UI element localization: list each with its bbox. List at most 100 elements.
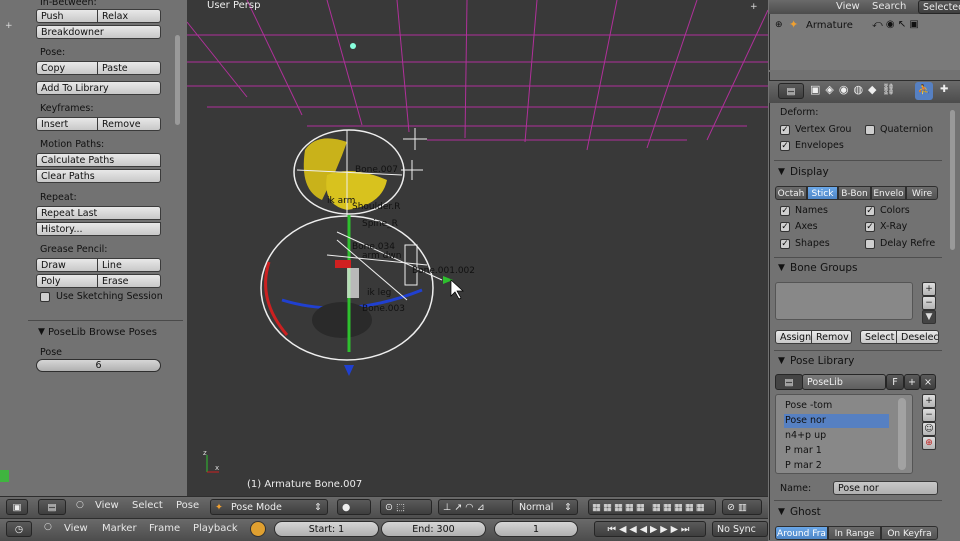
vertex-groups-checkbox[interactable]: ✓ xyxy=(780,125,790,135)
relax-button[interactable]: Relax xyxy=(98,9,161,23)
outliner-view-menu[interactable]: View xyxy=(836,1,860,12)
bone-groups-arrow-icon[interactable]: ▼ xyxy=(778,263,785,273)
properties-editor-type-icon[interactable]: ▤ xyxy=(778,83,804,99)
sanitize-pose-icon[interactable]: ⊕ xyxy=(922,436,936,450)
pose-menu[interactable]: Pose xyxy=(176,500,199,511)
pivot-point-select[interactable]: ⊙ ⬚ xyxy=(380,499,432,515)
timeline-editor-type-icon[interactable]: ◷ xyxy=(6,521,32,537)
pose-list-item-selected[interactable]: Pose nor xyxy=(784,414,889,428)
pose-list-item[interactable]: P mar 1 xyxy=(784,444,889,458)
frame-menu[interactable]: Frame xyxy=(149,523,180,534)
unlink-poselib-icon[interactable]: × xyxy=(920,374,936,390)
pose-library-arrow-icon[interactable]: ▼ xyxy=(778,356,785,366)
poselib-name-field[interactable]: PoseLib xyxy=(802,374,886,390)
quaternion-checkbox[interactable] xyxy=(865,125,875,135)
view-menu[interactable]: View xyxy=(95,500,119,511)
clear-paths-button[interactable]: Clear Paths xyxy=(36,169,161,183)
poselib-panel-arrow-icon[interactable]: ▼ xyxy=(38,327,45,337)
remove-pose-icon[interactable]: − xyxy=(922,408,936,422)
playback-menu[interactable]: Playback xyxy=(193,523,238,534)
delay-refresh-checkbox[interactable] xyxy=(865,239,875,249)
preview-range-icon[interactable] xyxy=(250,521,266,537)
calculate-paths-button[interactable]: Calculate Paths xyxy=(36,153,161,167)
pose-index-field[interactable]: 6 xyxy=(36,359,161,372)
apply-pose-icon[interactable]: ☺ xyxy=(922,422,936,436)
paste-pose-button[interactable]: Paste xyxy=(98,61,161,75)
sync-mode-select[interactable]: No Sync xyxy=(712,521,768,537)
axes-checkbox[interactable]: ✓ xyxy=(780,222,790,232)
outliner-item-armature[interactable]: Armature xyxy=(806,20,853,31)
viewport-shading-select[interactable]: ● xyxy=(337,499,371,515)
pose-list-item[interactable]: n4+p up xyxy=(784,429,889,443)
select-button[interactable]: Select xyxy=(860,330,897,344)
pose-name-field[interactable]: Pose nor xyxy=(833,481,938,495)
render-preview-buttons[interactable]: ⊘ ▥ xyxy=(722,499,762,515)
fake-user-button[interactable]: F xyxy=(886,374,904,390)
names-checkbox[interactable]: ✓ xyxy=(780,206,790,216)
viewport-plus-icon[interactable]: + xyxy=(750,2,758,12)
display-tab-octahedral[interactable]: Octah xyxy=(775,186,807,200)
push-button[interactable]: Push xyxy=(36,9,98,23)
display-tab-envelope[interactable]: Envelo xyxy=(871,186,906,200)
playback-controls[interactable]: ⏮◀◀◀▶▶▶⏭ xyxy=(594,521,706,537)
copy-pose-button[interactable]: Copy xyxy=(36,61,98,75)
view-menu-toggle-icon[interactable]: ▤ xyxy=(38,499,66,515)
ghost-arrow-icon[interactable]: ▼ xyxy=(778,507,785,517)
history-button[interactable]: History... xyxy=(36,222,161,236)
collapse-menu-icon[interactable]: ○ xyxy=(76,500,84,510)
lamp-icon[interactable] xyxy=(350,43,356,49)
ik-target-markers[interactable] xyxy=(401,128,427,180)
display-tab-wire[interactable]: Wire xyxy=(906,186,938,200)
transform-orientation-select[interactable]: Normal ⇕ xyxy=(512,499,578,515)
3d-viewport[interactable]: Bone.007 ik arm Shoulder.R Spine_R Bone.… xyxy=(187,0,768,496)
remove-group-icon[interactable]: − xyxy=(922,296,936,310)
marker-menu[interactable]: Marker xyxy=(102,523,137,534)
properties-scrollbar[interactable] xyxy=(950,110,955,250)
bone-groups-list[interactable] xyxy=(775,282,913,320)
display-panel-title[interactable]: Display xyxy=(790,166,829,178)
poselib-browse-icon[interactable]: ▤ xyxy=(775,374,803,390)
timeline-view-menu[interactable]: View xyxy=(64,523,88,534)
context-tabs[interactable]: ▣◈◉◍◆⛓ xyxy=(810,83,960,99)
ghost-tab-on-keyframes[interactable]: On Keyfra xyxy=(881,526,938,540)
pose-library-panel-title[interactable]: Pose Library xyxy=(790,355,854,367)
add-to-library-button[interactable]: Add To Library xyxy=(36,81,161,95)
root-bone-widget[interactable] xyxy=(260,215,453,376)
new-poselib-icon[interactable]: + xyxy=(904,374,920,390)
pose-list-item[interactable]: P mar 2 xyxy=(784,459,889,473)
envelopes-checkbox[interactable]: ✓ xyxy=(780,141,790,151)
editor-type-icon[interactable]: ▣ xyxy=(6,499,28,515)
bone-groups-panel-title[interactable]: Bone Groups xyxy=(790,262,858,274)
use-sketching-checkbox[interactable] xyxy=(40,292,50,302)
pose-list-scrollbar[interactable] xyxy=(898,398,906,470)
display-panel-arrow-icon[interactable]: ▼ xyxy=(778,167,785,177)
assign-button[interactable]: Assign xyxy=(775,330,812,344)
layer-buttons[interactable]: ▦▦▦▦▦ ▦▦▦▦▦ xyxy=(588,499,716,515)
current-frame-field[interactable]: 1 xyxy=(494,521,578,537)
colors-checkbox[interactable]: ✓ xyxy=(865,206,875,216)
display-tab-stick[interactable]: Stick xyxy=(807,186,838,200)
remove-keyframe-button[interactable]: Remove xyxy=(98,117,161,131)
select-menu[interactable]: Select xyxy=(132,500,163,511)
start-frame-field[interactable]: Start: 1 xyxy=(274,521,379,537)
remove-button[interactable]: Remov xyxy=(812,330,852,344)
ghost-tab-in-range[interactable]: In Range xyxy=(828,526,881,540)
pose-list-item[interactable]: Pose -tom xyxy=(784,399,889,413)
collapse-menu-icon[interactable]: ○ xyxy=(44,522,52,532)
outliner-display-select[interactable]: Selected xyxy=(918,0,960,14)
group-menu-icon[interactable]: ▼ xyxy=(922,310,936,324)
mode-select[interactable]: Pose Mode ✦ ⇕ xyxy=(210,499,328,515)
constraint-context-icon[interactable]: ✚ xyxy=(940,84,948,95)
poselib-panel-title[interactable]: PoseLib Browse Poses xyxy=(48,327,157,338)
deselect-button[interactable]: Deselec xyxy=(897,330,939,344)
xray-checkbox[interactable]: ✓ xyxy=(865,222,875,232)
erase-button[interactable]: Erase xyxy=(98,274,161,288)
bone-context-icon[interactable]: ⛹ xyxy=(915,82,933,100)
manipulator-toggles[interactable]: ⊥ ↗ ◠ ⊿ xyxy=(438,499,514,515)
shapes-checkbox[interactable]: ✓ xyxy=(780,239,790,249)
draw-button[interactable]: Draw xyxy=(36,258,98,272)
insert-keyframe-button[interactable]: Insert xyxy=(36,117,98,131)
line-button[interactable]: Line xyxy=(98,258,161,272)
end-frame-field[interactable]: End: 300 xyxy=(381,521,486,537)
add-group-icon[interactable]: + xyxy=(922,282,936,296)
